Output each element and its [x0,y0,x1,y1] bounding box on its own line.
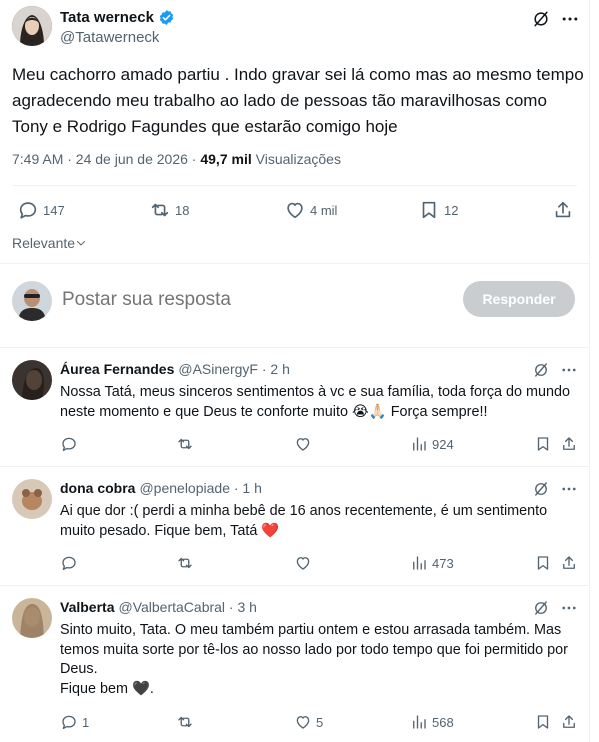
more-options-icon[interactable] [560,9,580,29]
like-count: 5 [316,714,324,730]
reply-author-name[interactable]: dona cobra [60,480,135,496]
views-action[interactable]: 473 [410,554,454,572]
reply-icon[interactable] [60,435,78,453]
views-action[interactable]: 924 [410,435,454,453]
reply-text: Sinto muito, Tata. O meu também partiu o… [60,622,568,697]
share-icon[interactable] [552,199,574,221]
share-icon[interactable] [560,435,578,453]
views-count: 473 [432,555,454,571]
heart-icon [294,713,312,731]
bookmark-icon[interactable] [534,713,552,731]
grok-icon[interactable] [532,599,550,617]
heart-icon[interactable] [294,554,312,572]
more-options-icon[interactable] [560,361,578,379]
verified-badge-icon [158,9,175,26]
share-icon[interactable] [560,554,578,572]
views-count: 49,7 mil [200,151,252,167]
reply-author-handle[interactable]: @penelopiade · 1 h [139,480,261,496]
bookmark-icon [418,199,440,221]
reply-icon[interactable] [60,554,78,572]
bookmark-icon[interactable] [534,554,552,572]
reply-author-handle[interactable]: @ASinergyF · 2 h [178,361,289,377]
reply-text: Nossa Tatá, meus sinceros sentimentos à … [60,384,571,420]
retweet-icon[interactable] [176,713,194,731]
share-icon[interactable] [560,713,578,731]
reply-tweet[interactable]: dona cobra @penelopiade · 1 h Ai que dor… [0,467,590,584]
tweet-meta: 7:49 AM · 24 de jun de 2026 · 49,7 mil V… [12,151,341,167]
retweet-action[interactable]: 18 [149,199,189,221]
reply-avatar[interactable] [12,598,52,638]
like-count: 4 mil [310,202,338,218]
reply-avatar[interactable] [12,360,52,400]
reply-count: 147 [43,202,65,218]
retweet-count: 18 [175,202,190,218]
reply-avatar[interactable] [12,479,52,519]
reply-submit-button[interactable]: Responder [463,281,575,317]
like-action[interactable]: 5 [294,713,323,731]
reply-action[interactable]: 147 [17,199,65,221]
heart-icon [284,199,306,221]
author-name[interactable]: Tata werneck [60,9,154,26]
grok-icon[interactable] [532,361,550,379]
chevron-down-icon [75,237,87,249]
reply-input[interactable] [62,285,442,315]
heart-icon[interactable] [294,435,312,453]
bookmark-count: 12 [444,202,459,218]
reply-author-handle[interactable]: @ValbertaCabral · 3 h [118,599,256,615]
views-icon [410,713,428,731]
tweet-text: Meu cachorro amado partiu . Indo gravar … [12,65,584,136]
bookmark-icon[interactable] [534,435,552,453]
reply-author-name[interactable]: Valberta [60,599,114,615]
reply-text: Ai que dor :( perdi a minha bebê de 16 a… [60,503,548,539]
more-options-icon[interactable] [560,480,578,498]
reply-icon [60,713,78,731]
retweet-icon[interactable] [176,435,194,453]
retweet-icon [149,199,171,221]
tweet-thread-page: Tata werneck @Tatawerneck Meu cachorro a… [0,0,590,742]
retweet-icon[interactable] [176,554,194,572]
sort-label: Relevante [12,235,76,251]
views-count: 568 [432,714,454,730]
reply-tweet[interactable]: Valberta @ValbertaCabral · 3 h Sinto mui… [0,586,590,742]
views-action[interactable]: 568 [410,713,454,731]
reply-icon [17,199,39,221]
like-action[interactable]: 4 mil [284,199,337,221]
grok-icon[interactable] [531,9,551,29]
author-avatar[interactable] [12,6,52,46]
views-icon [410,435,428,453]
reply-author-name[interactable]: Áurea Fernandes [60,361,174,377]
reply-count: 1 [82,714,90,730]
sort-dropdown[interactable]: Relevante [12,235,87,251]
bookmark-action[interactable]: 12 [418,199,458,221]
user-avatar[interactable] [12,281,52,321]
tweet-timestamp[interactable]: 7:49 AM · 24 de jun de 2026 · [12,151,200,167]
views-count: 924 [432,436,454,452]
reply-action[interactable]: 1 [60,713,89,731]
reply-tweet[interactable]: Áurea Fernandes @ASinergyF · 2 h Nossa T… [0,348,590,465]
views-icon [410,554,428,572]
more-options-icon[interactable] [560,599,578,617]
views-label: Visualizações [251,151,341,167]
grok-icon[interactable] [532,480,550,498]
author-handle[interactable]: @Tatawerneck [60,29,159,46]
